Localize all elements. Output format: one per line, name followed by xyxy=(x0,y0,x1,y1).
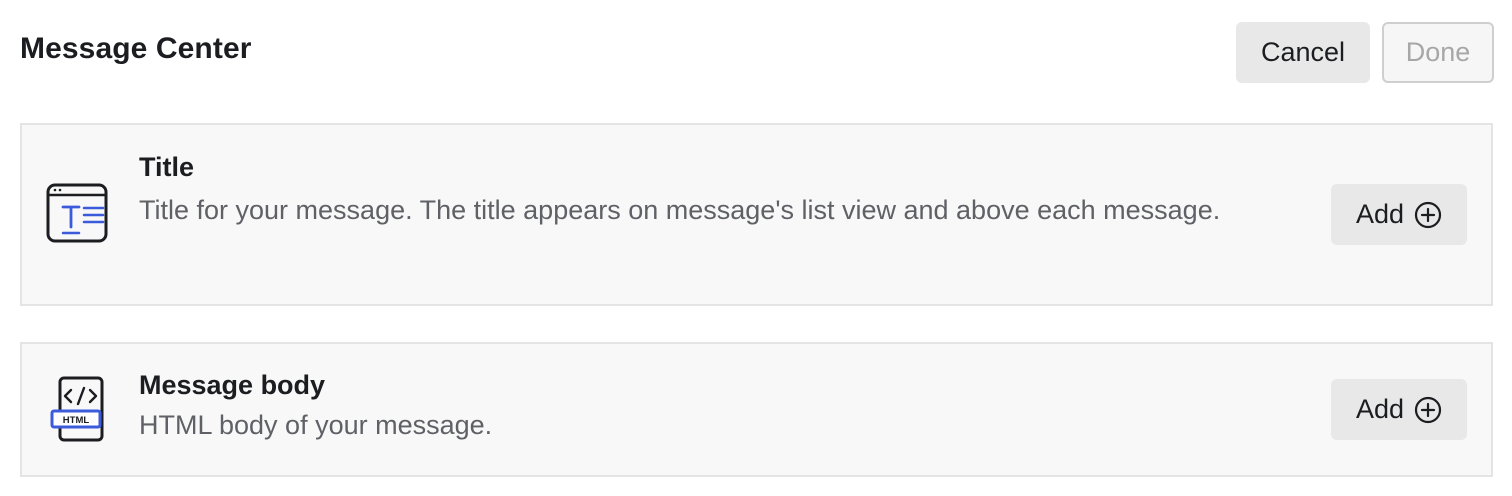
html-code-icon: HTML xyxy=(46,376,108,449)
title-section-card: Title Title for your message. The title … xyxy=(20,123,1493,306)
section-title: Title xyxy=(139,152,195,182)
add-button-label: Add xyxy=(1355,394,1405,424)
header-actions: Cancel Done xyxy=(1236,22,1494,83)
section-description: Title for your message. The title appear… xyxy=(139,195,1221,225)
add-message-body-button[interactable]: Add xyxy=(1331,379,1467,440)
message-center-page: Message Center Cancel Done Title Title f… xyxy=(0,0,1512,496)
header: Message Center Cancel Done xyxy=(20,22,1494,83)
add-title-button[interactable]: Add xyxy=(1331,184,1467,245)
add-button-label: Add xyxy=(1355,199,1405,229)
plus-circle-icon xyxy=(1414,201,1442,229)
cancel-button[interactable]: Cancel xyxy=(1236,22,1370,83)
section-description: HTML body of your message. xyxy=(139,410,493,440)
plus-circle-icon xyxy=(1414,396,1442,424)
message-body-section-card: HTML Message body HTML body of your mess… xyxy=(20,342,1493,477)
page-title: Message Center xyxy=(20,32,252,65)
done-button[interactable]: Done xyxy=(1382,22,1494,83)
svg-text:HTML: HTML xyxy=(63,415,90,426)
text-window-icon xyxy=(46,183,110,250)
section-title: Message body xyxy=(139,370,326,400)
